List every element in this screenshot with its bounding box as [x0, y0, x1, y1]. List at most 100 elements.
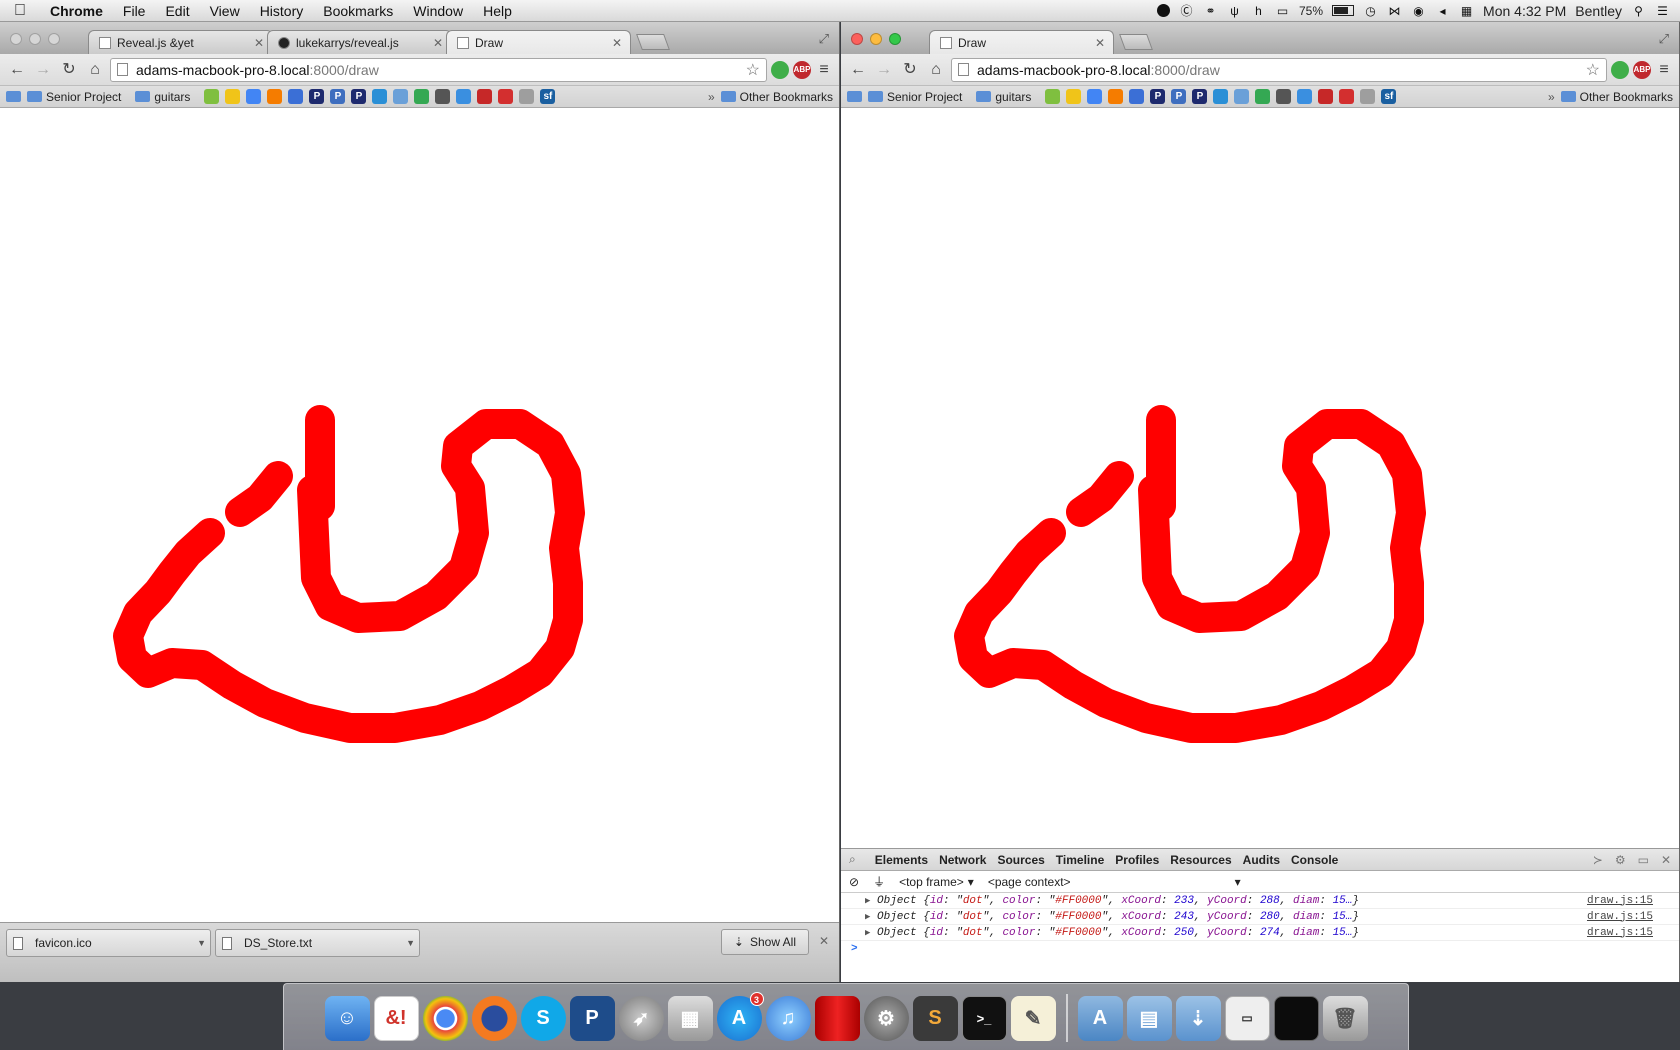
volume-icon[interactable]: ◂: [1435, 4, 1450, 18]
draw-canvas[interactable]: [841, 108, 1679, 848]
battery-percent[interactable]: 75%: [1299, 4, 1323, 18]
headphones-icon[interactable]: ⚭: [1203, 4, 1218, 18]
devtools-tab-timeline[interactable]: Timeline: [1056, 853, 1104, 867]
tab-reveal[interactable]: Reveal.js &yet ✕: [88, 30, 273, 54]
finder-icon[interactable]: ☺: [324, 995, 370, 1041]
tab-draw[interactable]: Draw ✕: [929, 30, 1114, 54]
adblock-plus-icon[interactable]: ABP: [793, 60, 811, 79]
bookmark-icon[interactable]: [225, 89, 241, 104]
devtools-tab-elements[interactable]: Elements: [875, 853, 928, 867]
chevron-down-icon[interactable]: ▼: [406, 938, 415, 948]
zoom-window-button[interactable]: [48, 33, 60, 45]
chat-icon[interactable]: [1276, 89, 1292, 104]
wifi-icon[interactable]: ◉: [1411, 4, 1426, 18]
battery-icon[interactable]: [1332, 5, 1355, 16]
draw-canvas[interactable]: [0, 108, 839, 922]
bookmark-icon[interactable]: [1234, 89, 1250, 104]
other-bookmarks[interactable]: Other Bookmarks: [720, 90, 833, 104]
bookmarks-overflow-chevron[interactable]: »: [708, 90, 715, 104]
drawing-surface[interactable]: [841, 108, 1680, 848]
expand-triangle-icon[interactable]: ▶: [865, 928, 870, 938]
close-icon[interactable]: ✕: [1095, 36, 1105, 50]
devtools-tab-audits[interactable]: Audits: [1243, 853, 1280, 867]
pandora-icon[interactable]: P: [330, 89, 346, 104]
documents-folder-icon[interactable]: ▤: [1126, 995, 1172, 1041]
devtools-tab-network[interactable]: Network: [939, 853, 986, 867]
bookmark-icon[interactable]: [267, 89, 283, 104]
new-tab-button[interactable]: [636, 34, 670, 50]
chat-icon[interactable]: [435, 89, 451, 104]
bookmark-icon[interactable]: [393, 89, 409, 104]
tab-draw[interactable]: Draw ✕: [446, 30, 631, 54]
forward-arrow-icon[interactable]: →: [873, 59, 895, 81]
reload-icon[interactable]: ↻: [899, 59, 921, 81]
apple-menu-icon[interactable]: : [0, 2, 40, 20]
pandora-icon[interactable]: P: [309, 89, 325, 104]
devtools-tab-resources[interactable]: Resources: [1170, 853, 1231, 867]
extension-green-icon[interactable]: [1611, 60, 1629, 79]
pandora-icon[interactable]: P: [1150, 89, 1166, 104]
zoom-window-button[interactable]: [889, 33, 901, 45]
menu-view[interactable]: View: [200, 3, 250, 19]
bookmarks-overflow-chevron[interactable]: »: [1548, 90, 1555, 104]
filter-icon[interactable]: ⏚: [873, 873, 885, 890]
sourceforge-icon[interactable]: sf: [1381, 89, 1397, 104]
address-bar[interactable]: adams-macbook-pro-8.local :8000/draw ☆: [110, 57, 767, 82]
chrome-menu-icon[interactable]: ≡: [815, 61, 833, 79]
ampersand-app-icon[interactable]: &!: [373, 995, 419, 1041]
bookmark-icon[interactable]: [204, 89, 220, 104]
status-dot-icon[interactable]: [1157, 4, 1170, 17]
firefox-icon[interactable]: [471, 995, 517, 1041]
menu-app-chrome[interactable]: Chrome: [40, 3, 113, 19]
bluetooth-icon[interactable]: ⋈: [1387, 4, 1402, 18]
downloads-folder-icon[interactable]: ⇣: [1175, 995, 1221, 1041]
spotlight-icon[interactable]: ⚲: [1631, 4, 1646, 18]
frame-select[interactable]: <top frame> ▾: [899, 875, 974, 889]
menu-edit[interactable]: Edit: [155, 3, 199, 19]
bookmark-icon[interactable]: [372, 89, 388, 104]
show-all-downloads-button[interactable]: ⇣ Show All: [720, 929, 809, 955]
context-select[interactable]: <page context> ▾: [988, 875, 1241, 889]
bookmark-icon[interactable]: [1213, 89, 1229, 104]
bookmark-icon[interactable]: [1318, 89, 1334, 104]
play-store-icon[interactable]: [414, 89, 430, 104]
notification-center-icon[interactable]: ☰: [1655, 4, 1670, 18]
bookmark-star-icon[interactable]: ☆: [746, 60, 760, 80]
tab-github[interactable]: lukekarrys/reveal.js ✕: [267, 30, 452, 54]
menu-bookmarks[interactable]: Bookmarks: [313, 3, 403, 19]
chrome-icon[interactable]: [422, 995, 468, 1041]
bookmark-icon[interactable]: [1360, 89, 1376, 104]
expand-triangle-icon[interactable]: ▶: [865, 896, 870, 906]
pandora-icon[interactable]: P: [569, 995, 615, 1041]
globe-icon[interactable]: [1129, 89, 1145, 104]
devtools-tab-profiles[interactable]: Profiles: [1115, 853, 1159, 867]
user-name[interactable]: Bentley: [1575, 3, 1622, 19]
bookmark-icon[interactable]: [1108, 89, 1124, 104]
drawing-surface[interactable]: [0, 108, 840, 922]
close-window-button[interactable]: [10, 33, 22, 45]
console-source-link[interactable]: draw.js:15: [1587, 927, 1653, 939]
pandora-icon[interactable]: P: [1192, 89, 1208, 104]
system-preferences-gear-icon[interactable]: ⚙: [863, 995, 909, 1041]
forward-arrow-icon[interactable]: →: [32, 59, 54, 81]
screenshot-thumbnail-icon[interactable]: ▭: [1224, 995, 1270, 1041]
devtools-tab-sources[interactable]: Sources: [997, 853, 1044, 867]
status-c-icon[interactable]: Ⓒ: [1179, 4, 1194, 18]
sublime-text-icon[interactable]: S: [912, 995, 958, 1041]
pandora-icon[interactable]: P: [1171, 89, 1187, 104]
menu-history[interactable]: History: [250, 3, 314, 19]
pandora-icon[interactable]: P: [351, 89, 367, 104]
download-item-ds-store[interactable]: DS_Store.txt ▼: [215, 929, 420, 957]
close-icon[interactable]: ✕: [254, 36, 264, 50]
devtools-tab-console[interactable]: Console: [1291, 853, 1338, 867]
reload-icon[interactable]: ↻: [58, 59, 80, 81]
apps-folder-icon[interactable]: [847, 91, 862, 102]
console-prompt[interactable]: >: [841, 941, 1679, 957]
bookmark-icon[interactable]: [1045, 89, 1061, 104]
time-machine-icon[interactable]: ◷: [1363, 4, 1378, 18]
photo-booth-icon[interactable]: ▦: [667, 995, 713, 1041]
bookmark-icon[interactable]: [456, 89, 472, 104]
console-source-link[interactable]: draw.js:15: [1587, 895, 1653, 907]
download-item-favicon[interactable]: favicon.ico ▼: [6, 929, 211, 957]
search-icon[interactable]: ⌕: [849, 852, 856, 867]
